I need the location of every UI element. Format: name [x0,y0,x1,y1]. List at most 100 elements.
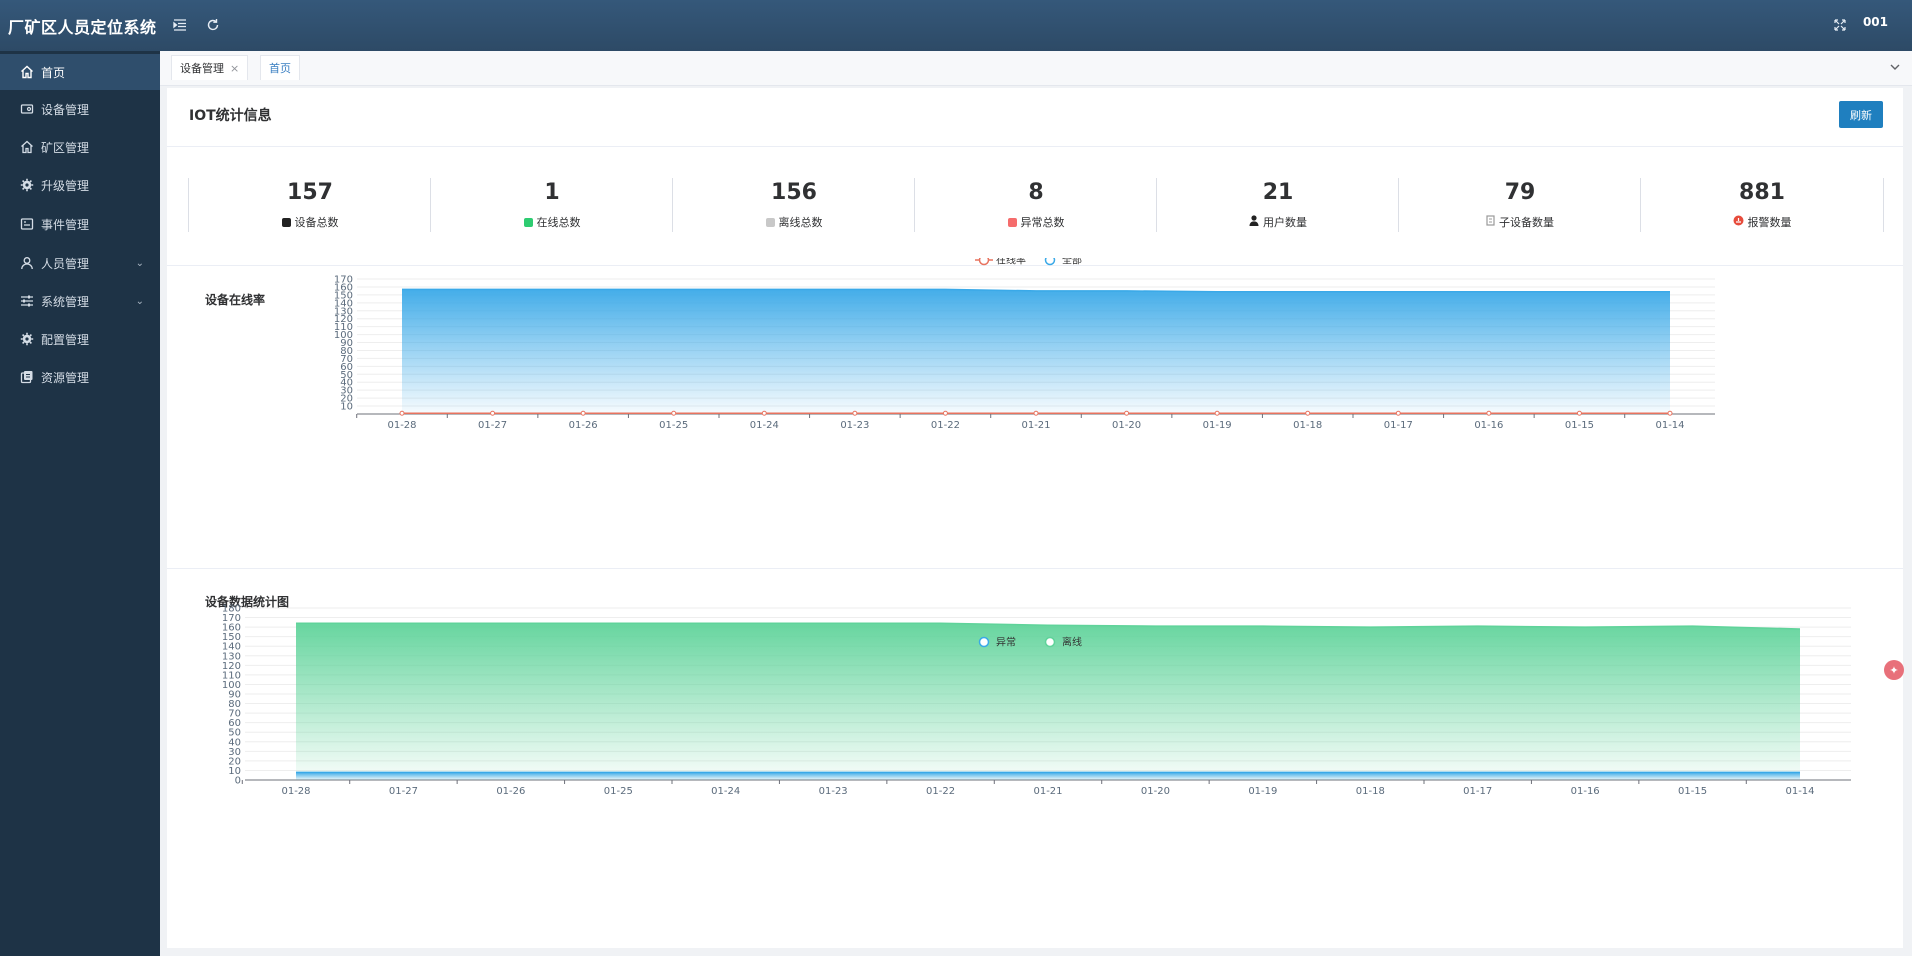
data-point [1395,410,1401,416]
data-point [1214,410,1220,416]
stat-label: 用户数量 [1263,216,1307,229]
top-bar: 厂矿区人员定位系统 001 [0,0,1912,51]
legend-label: 异常 [996,636,1016,649]
user-name[interactable]: 001 [1863,15,1888,29]
sidebar-item-label: 设备管理 [41,102,90,117]
series-area-0 [296,772,1800,780]
legend-label: 离线 [1062,636,1082,649]
y-tick-label: 50 [228,728,241,739]
chevron-down-icon: ⌄ [135,295,144,307]
x-tick-label: 01-22 [931,420,960,431]
panel-header: IOT统计信息 刷新 [167,88,1903,147]
gear-icon [19,178,34,193]
sidebar-item-system[interactable]: 系统管理 ⌄ [0,283,160,319]
stat-value: 79 [1504,180,1536,205]
x-tick-label: 01-14 [1785,786,1814,797]
y-tick-label: 90 [228,690,241,701]
stat-value: 157 [287,180,333,205]
user-icon [19,256,34,271]
x-tick-label: 01-15 [1565,420,1594,431]
sidebar-item-device[interactable]: 设备管理 [0,91,160,127]
legend-marker [978,636,990,648]
tab-device-management[interactable]: 设备管理 × [171,55,249,80]
sidebar-item-home[interactable]: 首页 [0,54,160,90]
series-area-1 [402,289,1670,414]
sidebar-item-personnel[interactable]: 人员管理 ⌄ [0,245,160,281]
legend-marker [1044,258,1056,266]
sidebar-item-label: 矿区管理 [41,140,90,155]
online-rate-chart: 1020304050607080901001101201301401501601… [334,258,1715,431]
y-tick-label: 180 [222,604,241,615]
tab-label: 设备管理 [180,62,224,75]
sidebar: 首页 设备管理 矿区管理 升级管理 事件管理 人员管理 ⌄ 系统管理 ⌄ 配置管… [0,51,160,956]
x-tick-label: 01-27 [478,420,507,431]
y-tick-label: 130 [222,651,241,662]
y-tick-label: 70 [228,709,241,720]
stat-label: 在线总数 [536,216,581,229]
device-icon [281,217,291,227]
data-point [1576,410,1582,416]
x-tick-label: 01-17 [1463,786,1492,797]
refresh-icon[interactable] [204,16,222,34]
x-tick-label: 01-25 [659,420,688,431]
x-tick-label: 01-16 [1571,786,1600,797]
sidebar-item-config[interactable]: 配置管理 [0,321,160,357]
sidebar-item-resources[interactable]: 资源管理 [0,359,160,395]
x-tick-label: 01-26 [569,420,598,431]
tab-home[interactable]: 首页 [260,55,300,80]
x-tick-label: 01-28 [387,420,416,431]
stat-label: 设备总数 [294,216,339,229]
x-tick-label: 01-23 [819,786,848,797]
refresh-button[interactable]: 刷新 [1839,101,1883,128]
stat-alarm-count: 881 报警数量 [1640,178,1884,232]
stat-label: 离线总数 [778,216,823,229]
x-tick-label: 01-18 [1356,786,1385,797]
data-point [761,410,767,416]
legend-label: 在线率 [996,258,1026,267]
data-point [852,410,858,416]
sliders-icon [19,294,34,309]
x-tick-label: 01-26 [496,786,525,797]
stat-label: 子设备数量 [1499,216,1554,229]
x-tick-label: 01-18 [1293,420,1322,431]
sidebar-item-upgrade[interactable]: 升级管理 [0,167,160,203]
event-icon [19,217,34,232]
x-tick-label: 01-24 [750,420,779,431]
stat-label: 异常总数 [1020,216,1065,229]
y-tick-label: 10 [228,766,241,777]
legend-marker [978,258,990,266]
x-tick-label: 01-14 [1655,420,1684,431]
data-point [580,410,586,416]
data-point [942,410,948,416]
y-tick-label: 30 [228,747,241,758]
home-icon [19,65,34,80]
online-icon [523,217,533,227]
close-icon[interactable]: × [230,62,239,75]
sidebar-item-label: 配置管理 [41,332,90,347]
divider [167,568,1903,569]
y-tick-label: 60 [228,718,241,729]
data-point [399,410,405,416]
sidebar-item-events[interactable]: 事件管理 [0,206,160,242]
collapse-menu-icon[interactable] [171,16,189,34]
sidebar-item-label: 系统管理 [41,294,90,309]
tab-label: 首页 [269,62,291,75]
y-tick-label: 120 [222,661,241,672]
sidebar-item-label: 人员管理 [41,256,90,271]
translate-icon[interactable]: ✦ [1884,660,1904,680]
y-tick-label: 0 [235,776,241,787]
resource-icon [19,370,34,385]
chevron-down-icon[interactable] [1890,60,1900,74]
fullscreen-icon[interactable] [1831,16,1849,34]
panel-title: IOT统计信息 [189,108,272,124]
x-tick-label: 01-19 [1248,786,1277,797]
y-tick-label: 110 [222,670,241,681]
home-icon [19,140,34,155]
stat-value: 21 [1262,180,1294,205]
y-tick-label: 20 [228,756,241,767]
chevron-down-icon: ⌄ [135,257,144,269]
gear-icon [19,332,34,347]
sidebar-item-mine-area[interactable]: 矿区管理 [0,129,160,165]
x-tick-label: 01-22 [926,786,955,797]
x-tick-label: 01-16 [1474,420,1503,431]
